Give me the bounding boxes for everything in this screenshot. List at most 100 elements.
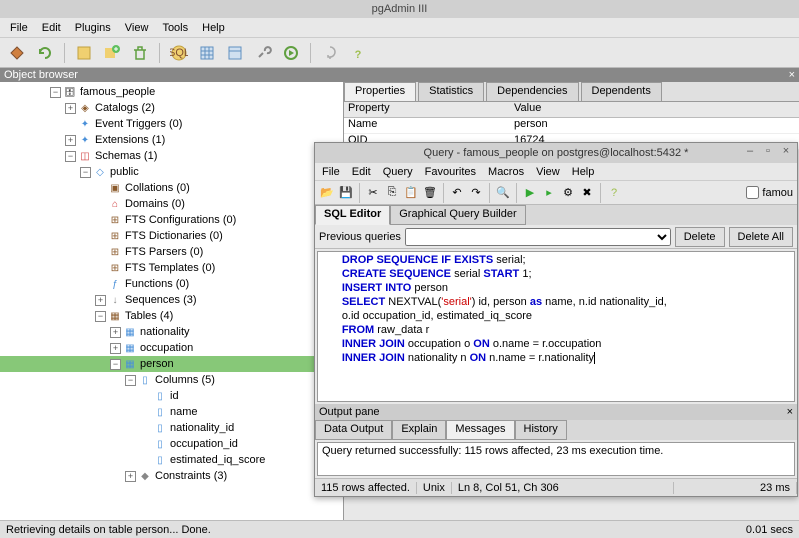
- domain-icon: [108, 197, 122, 211]
- execute-query-icon[interactable]: ▶: [522, 185, 538, 201]
- tree-sequences[interactable]: +Sequences (3): [0, 292, 343, 308]
- close-icon[interactable]: ×: [789, 69, 795, 81]
- cut-icon[interactable]: ✂: [365, 185, 381, 201]
- tree-fts-dict[interactable]: FTS Dictionaries (0): [0, 228, 343, 244]
- tree-table-occupation[interactable]: +occupation: [0, 340, 343, 356]
- tree-table-nationality[interactable]: +nationality: [0, 324, 343, 340]
- collation-icon: [108, 181, 122, 195]
- tree-extensions[interactable]: +Extensions (1): [0, 132, 343, 148]
- help-icon[interactable]: ?: [606, 185, 622, 201]
- execute-icon[interactable]: [280, 42, 302, 64]
- clear-icon[interactable]: 🗑: [422, 185, 438, 201]
- output-pane-header: Output pane ×: [315, 404, 797, 420]
- qmenu-macros[interactable]: Macros: [483, 165, 529, 179]
- tree-collations[interactable]: Collations (0): [0, 180, 343, 196]
- qmenu-view[interactable]: View: [531, 165, 565, 179]
- db-checkbox[interactable]: [746, 186, 759, 199]
- tree-col-iq[interactable]: estimated_iq_score: [0, 452, 343, 468]
- drop-icon[interactable]: [129, 42, 151, 64]
- tree-schemas[interactable]: −Schemas (1): [0, 148, 343, 164]
- tab-properties[interactable]: Properties: [344, 82, 416, 101]
- delete-button[interactable]: Delete: [675, 227, 725, 247]
- tree-database[interactable]: −famous_people: [0, 84, 343, 100]
- sql-editor[interactable]: DROP SEQUENCE IF EXISTS serial; CREATE S…: [317, 251, 795, 402]
- tree-table-person[interactable]: −person: [0, 356, 343, 372]
- tree-fts-parsers[interactable]: FTS Parsers (0): [0, 244, 343, 260]
- query-title: Query - famous_people on postgres@localh…: [424, 147, 689, 159]
- refresh-icon[interactable]: [34, 42, 56, 64]
- paste-icon[interactable]: 📋: [403, 185, 419, 201]
- query-statusbar: 115 rows affected. Unix Ln 8, Col 51, Ch…: [315, 478, 797, 496]
- create-icon[interactable]: [101, 42, 123, 64]
- hint-icon[interactable]: [319, 42, 341, 64]
- fts-icon: [108, 213, 122, 227]
- help-icon[interactable]: ?: [347, 42, 369, 64]
- tree-functions[interactable]: Functions (0): [0, 276, 343, 292]
- maximize-icon[interactable]: ▫: [761, 145, 775, 159]
- view-data-icon[interactable]: [196, 42, 218, 64]
- tab-statistics[interactable]: Statistics: [418, 82, 484, 101]
- qmenu-help[interactable]: Help: [567, 165, 600, 179]
- tree-fts-config[interactable]: FTS Configurations (0): [0, 212, 343, 228]
- find-icon[interactable]: 🔍: [495, 185, 511, 201]
- tab-data-output[interactable]: Data Output: [315, 420, 392, 440]
- object-browser-tree: −famous_people +Catalogs (2) Event Trigg…: [0, 82, 344, 538]
- catalog-icon: [78, 101, 92, 115]
- save-icon[interactable]: 💾: [338, 185, 354, 201]
- properties-icon[interactable]: [73, 42, 95, 64]
- execute-pgscript-icon[interactable]: ▸: [541, 185, 557, 201]
- qmenu-file[interactable]: File: [317, 165, 345, 179]
- tab-sql-editor[interactable]: SQL Editor: [315, 205, 390, 225]
- tree-col-nationality-id[interactable]: nationality_id: [0, 420, 343, 436]
- fts-icon: [108, 245, 122, 259]
- explain-icon[interactable]: ⚙: [560, 185, 576, 201]
- new-connection-icon[interactable]: [6, 42, 28, 64]
- maintenance-icon[interactable]: [252, 42, 274, 64]
- svg-text:SQL: SQL: [170, 47, 188, 59]
- delete-all-button[interactable]: Delete All: [729, 227, 793, 247]
- tree-col-name[interactable]: name: [0, 404, 343, 420]
- tab-graphical-builder[interactable]: Graphical Query Builder: [390, 205, 525, 225]
- close-icon[interactable]: ×: [779, 145, 793, 159]
- tree-tables[interactable]: −Tables (4): [0, 308, 343, 324]
- tree-constraints[interactable]: +Constraints (3): [0, 468, 343, 484]
- tree-columns[interactable]: −Columns (5): [0, 372, 343, 388]
- sql-icon[interactable]: SQL: [168, 42, 190, 64]
- qmenu-query[interactable]: Query: [378, 165, 418, 179]
- menu-view[interactable]: View: [119, 20, 155, 36]
- menu-help[interactable]: Help: [196, 20, 231, 36]
- filter-icon[interactable]: [224, 42, 246, 64]
- tree-col-id[interactable]: id: [0, 388, 343, 404]
- tab-dependencies[interactable]: Dependencies: [486, 82, 578, 101]
- tab-dependents[interactable]: Dependents: [581, 82, 662, 101]
- minimize-icon[interactable]: –: [743, 145, 757, 159]
- prev-queries-select[interactable]: [405, 228, 671, 246]
- redo-icon[interactable]: ↷: [468, 185, 484, 201]
- tab-explain[interactable]: Explain: [392, 420, 446, 440]
- tab-messages[interactable]: Messages: [446, 420, 514, 440]
- tree-col-occupation-id[interactable]: occupation_id: [0, 436, 343, 452]
- menu-plugins[interactable]: Plugins: [69, 20, 117, 36]
- db-selector[interactable]: famou: [762, 187, 793, 199]
- constraint-icon: [138, 469, 152, 483]
- undo-icon[interactable]: ↶: [449, 185, 465, 201]
- qmenu-edit[interactable]: Edit: [347, 165, 376, 179]
- menu-tools[interactable]: Tools: [156, 20, 194, 36]
- tree-public-schema[interactable]: −public: [0, 164, 343, 180]
- query-titlebar[interactable]: Query - famous_people on postgres@localh…: [315, 143, 797, 163]
- menu-edit[interactable]: Edit: [36, 20, 67, 36]
- close-icon[interactable]: ×: [787, 406, 793, 418]
- app-title: pgAdmin III: [372, 3, 428, 15]
- tree-catalogs[interactable]: +Catalogs (2): [0, 100, 343, 116]
- cancel-icon[interactable]: ✖: [579, 185, 595, 201]
- tab-history[interactable]: History: [515, 420, 567, 440]
- tree-fts-templates[interactable]: FTS Templates (0): [0, 260, 343, 276]
- app-titlebar: pgAdmin III: [0, 0, 799, 18]
- tree-domains[interactable]: Domains (0): [0, 196, 343, 212]
- menu-file[interactable]: File: [4, 20, 34, 36]
- open-icon[interactable]: 📂: [319, 185, 335, 201]
- qmenu-favourites[interactable]: Favourites: [420, 165, 481, 179]
- database-icon: [63, 85, 77, 99]
- tree-event-triggers[interactable]: Event Triggers (0): [0, 116, 343, 132]
- copy-icon[interactable]: ⎘: [384, 185, 400, 201]
